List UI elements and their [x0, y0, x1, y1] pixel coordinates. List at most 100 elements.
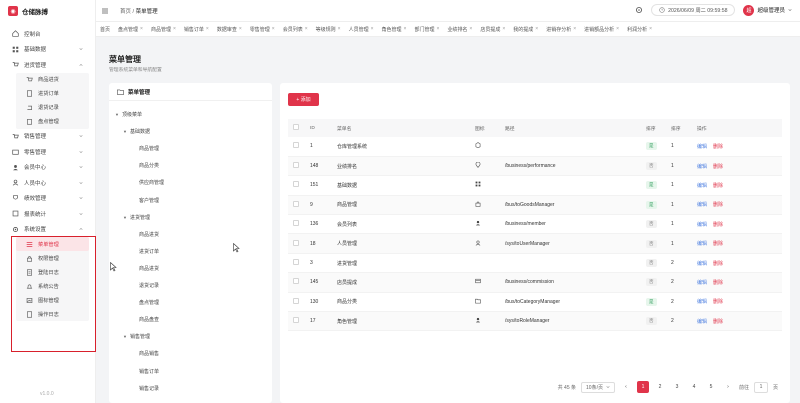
tab-close-icon[interactable]: × — [649, 26, 652, 32]
tree-node[interactable]: 进货订单 — [139, 248, 159, 255]
row-checkbox[interactable] — [293, 317, 299, 324]
delete-link[interactable]: 删除 — [713, 319, 723, 325]
tab-close-icon[interactable]: × — [239, 26, 242, 32]
tab-close-icon[interactable]: × — [436, 26, 439, 32]
tab-item[interactable]: 盘点管理 × — [114, 26, 147, 33]
expand-toggle-icon[interactable]: ▼ — [123, 334, 127, 339]
tab-close-icon[interactable]: × — [616, 26, 619, 32]
sidebar-item-system[interactable]: 系统设置 — [0, 222, 95, 238]
tree-node[interactable]: ▼ 销售管理 — [123, 333, 150, 340]
sidebar-subitem[interactable]: 盘点管理 — [16, 115, 89, 129]
tab-item[interactable]: 我的提成 × — [509, 26, 542, 33]
tab-item[interactable]: 销售订单 × — [180, 26, 213, 33]
tree-node[interactable]: 商品进货 — [139, 231, 159, 238]
tab-close-icon[interactable]: × — [173, 26, 176, 32]
row-checkbox[interactable] — [293, 278, 299, 285]
delete-link[interactable]: 删除 — [713, 144, 723, 150]
next-page-button[interactable]: › — [722, 381, 734, 393]
sidebar-subitem[interactable]: 进货订单 — [16, 87, 89, 101]
tab-item[interactable]: 角色管理 × — [378, 26, 411, 33]
sidebar-item-reports[interactable]: 报表统计 — [0, 206, 95, 222]
page-button[interactable]: 1 — [636, 381, 649, 393]
prev-page-button[interactable]: ‹ — [620, 381, 632, 393]
sidebar-item-retail[interactable]: 零售管理 — [0, 144, 95, 160]
expand-toggle-icon[interactable]: ▼ — [123, 129, 127, 134]
delete-link[interactable]: 删除 — [713, 183, 723, 189]
tree-node[interactable]: 盘点管理 — [139, 299, 159, 306]
tree-node[interactable]: ▼ 顶级菜单 — [115, 111, 142, 118]
edit-link[interactable]: 编辑 — [697, 164, 707, 170]
delete-link[interactable]: 删除 — [713, 261, 723, 267]
tree-node[interactable]: 商品盘查 — [139, 316, 159, 323]
sidebar-subitem[interactable]: 退货记录 — [16, 101, 89, 115]
tab-close-icon[interactable]: × — [272, 26, 275, 32]
sidebar-item-member[interactable]: 会员中心 — [0, 160, 95, 176]
delete-link[interactable]: 删除 — [713, 241, 723, 247]
tab-close-icon[interactable]: × — [404, 26, 407, 32]
tab-item[interactable]: 进销额品分析 × — [580, 26, 623, 33]
tab-item[interactable]: 人员管理 × — [345, 26, 378, 33]
breadcrumb-home[interactable]: 首页 — [120, 9, 131, 15]
sidebar-item-performance[interactable]: 绩效管理 — [0, 191, 95, 207]
page-button[interactable]: 5 — [705, 381, 717, 393]
delete-link[interactable]: 删除 — [713, 299, 723, 305]
tab-close-icon[interactable]: × — [371, 26, 374, 32]
edit-link[interactable]: 编辑 — [697, 202, 707, 208]
user-menu[interactable]: 超 超级管理员 — [743, 4, 792, 16]
tab-item[interactable]: 商品管理 × — [147, 26, 180, 33]
tab-item[interactable]: 业绩排名 × — [443, 26, 476, 33]
tab-close-icon[interactable]: × — [305, 26, 308, 32]
tab-item[interactable]: 部门管理 × — [410, 26, 443, 33]
table-row[interactable]: 3 进货管理 否 2 编辑 删除 — [288, 253, 782, 274]
tab-item[interactable]: 等级规则 × — [312, 26, 345, 33]
edit-link[interactable]: 编辑 — [697, 222, 707, 228]
tab-close-icon[interactable]: × — [573, 26, 576, 32]
sidebar-subitem[interactable]: 商品进货 — [16, 73, 89, 87]
tree-node[interactable]: 商品分类 — [139, 162, 159, 169]
expand-toggle-icon[interactable]: ▼ — [123, 215, 127, 220]
goto-page-input[interactable]: 1 — [753, 381, 768, 393]
collapse-sidebar-icon[interactable] — [102, 8, 108, 14]
delete-link[interactable]: 删除 — [713, 164, 723, 170]
row-checkbox[interactable] — [293, 239, 299, 246]
tree-node[interactable]: 供应商管理 — [139, 179, 164, 186]
tree-node[interactable]: 商品管理 — [139, 145, 159, 152]
row-checkbox[interactable] — [293, 259, 299, 266]
delete-link[interactable]: 删除 — [713, 222, 723, 228]
table-row[interactable]: 17 角色管理 /sys/toRoleManager 否 2 编辑 删除 — [288, 311, 782, 332]
tree-node[interactable]: 商品销售 — [139, 350, 159, 357]
edit-link[interactable]: 编辑 — [697, 144, 707, 150]
tree-node[interactable]: 销售订单 — [139, 368, 159, 375]
edit-link[interactable]: 编辑 — [697, 241, 707, 247]
row-checkbox[interactable] — [293, 142, 299, 149]
table-row[interactable]: 148 业绩排名 /business/performance 否 1 编辑 删除 — [288, 156, 782, 177]
tab-item[interactable]: 进销存分析 × — [542, 26, 580, 33]
delete-link[interactable]: 删除 — [713, 280, 723, 286]
tab-item[interactable]: 零售管理 × — [246, 26, 279, 33]
tab-item[interactable]: 会员列表 × — [279, 26, 312, 33]
page-button[interactable]: 4 — [688, 381, 700, 393]
tab-item[interactable]: 店员提成 × — [476, 26, 509, 33]
tab-item[interactable]: 首页 — [96, 26, 114, 33]
sidebar-item-staff[interactable]: 人员中心 — [0, 175, 95, 191]
tab-close-icon[interactable]: × — [535, 26, 538, 32]
table-row[interactable]: 1 仓库管理系统 是 1 编辑 删除 — [288, 137, 782, 157]
row-checkbox[interactable] — [293, 162, 299, 169]
table-row[interactable]: 151 基础数据 是 1 编辑 删除 — [288, 175, 782, 196]
edit-link[interactable]: 编辑 — [697, 319, 707, 325]
row-checkbox[interactable] — [293, 181, 299, 188]
edit-link[interactable]: 编辑 — [697, 299, 707, 305]
tree-node[interactable]: 商品进货 — [139, 265, 159, 272]
edit-link[interactable]: 编辑 — [697, 183, 707, 189]
page-button[interactable]: 3 — [671, 381, 683, 393]
tree-node[interactable]: ▼ 基础数据 — [123, 128, 150, 135]
tab-close-icon[interactable]: × — [206, 26, 209, 32]
table-row[interactable]: 18 人员管理 /sys/toUserManager 否 1 编辑 删除 — [288, 233, 782, 254]
tab-item[interactable]: 数据审查 × — [213, 26, 246, 33]
edit-link[interactable]: 编辑 — [697, 280, 707, 286]
expand-toggle-icon[interactable]: ▼ — [115, 112, 119, 117]
tab-close-icon[interactable]: × — [338, 26, 341, 32]
page-button[interactable]: 2 — [654, 381, 666, 393]
settings-gear-icon[interactable] — [635, 6, 643, 14]
tab-close-icon[interactable]: × — [140, 26, 143, 32]
